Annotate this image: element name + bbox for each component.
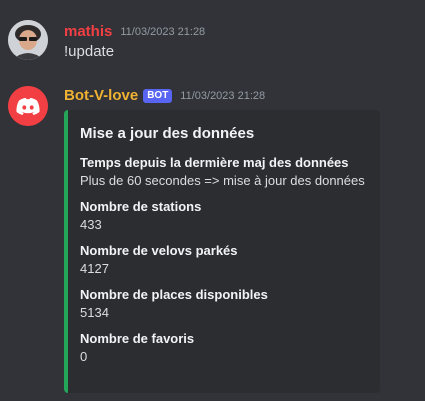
embed-field: Nombre de places disponibles 5134: [80, 286, 366, 322]
embed-card: Mise a jour des données Temps depuis la …: [64, 110, 380, 393]
bot-badge: BOT: [143, 89, 173, 103]
field-name: Nombre de places disponibles: [80, 287, 268, 302]
message-timestamp: 11/03/2023 21:28: [180, 90, 266, 102]
field-value: Plus de 60 secondes => mise à jour des d…: [80, 173, 365, 188]
embed-title: Mise a jour des données: [80, 125, 255, 142]
field-value: 433: [80, 217, 102, 232]
field-name: Nombre de stations: [80, 199, 202, 214]
message-content: !update: [64, 43, 115, 60]
user-avatar[interactable]: [8, 20, 48, 60]
field-name: Nombre de velovs parkés: [80, 243, 238, 258]
field-name: Nombre de favoris: [80, 331, 195, 346]
embed-field: Nombre de velovs parkés 4127: [80, 242, 366, 278]
field-value: 0: [80, 349, 88, 364]
embed-field: Nombre de favoris 0: [80, 330, 366, 366]
person-icon: [8, 20, 48, 60]
embed-field: Temps depuis la dermière maj des données…: [80, 154, 366, 190]
field-value: 5134: [80, 305, 109, 320]
discord-logo-icon: [8, 86, 48, 126]
author-name[interactable]: Bot-V-love: [64, 86, 138, 106]
field-value: 4127: [80, 261, 109, 276]
bot-avatar[interactable]: [8, 86, 48, 126]
author-name[interactable]: mathis: [64, 22, 112, 42]
field-name: Temps depuis la dermière maj des données: [80, 155, 349, 170]
embed-field: Nombre de stations 433: [80, 198, 366, 234]
message-timestamp: 11/03/2023 21:28: [120, 26, 206, 38]
